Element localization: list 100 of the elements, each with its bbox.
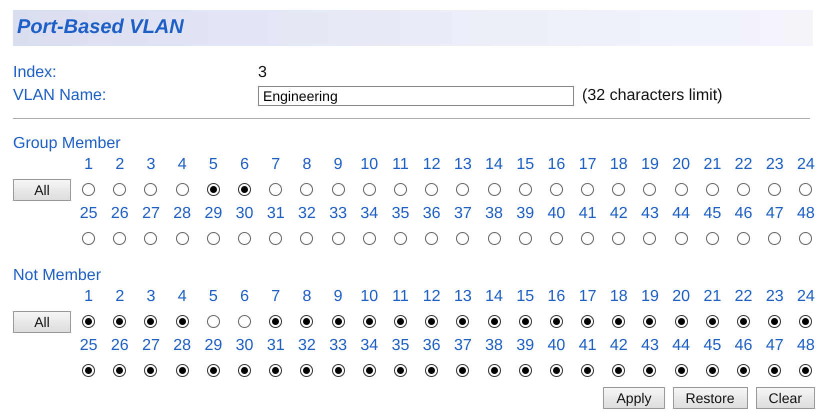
radio-button[interactable]: [144, 315, 158, 328]
radio-button[interactable]: [176, 315, 189, 328]
radio-button[interactable]: [643, 183, 656, 196]
radio-button[interactable]: [425, 232, 438, 246]
radio-button[interactable]: [799, 315, 812, 328]
radio-button[interactable]: [206, 364, 220, 378]
radio-button[interactable]: [674, 232, 688, 246]
radio-button[interactable]: [238, 232, 252, 246]
radio-button[interactable]: [113, 183, 126, 196]
radio-button[interactable]: [799, 364, 812, 378]
vlan-name-field[interactable]: Engineering: [258, 86, 574, 106]
radio-button[interactable]: [113, 364, 126, 378]
radio-button[interactable]: [269, 364, 282, 378]
radio-button[interactable]: [799, 232, 812, 246]
radio-button[interactable]: [643, 232, 656, 246]
radio-button[interactable]: [706, 315, 719, 328]
radio-button[interactable]: [581, 183, 594, 196]
radio-button[interactable]: [269, 183, 282, 196]
radio-button[interactable]: [425, 315, 438, 328]
radio-button[interactable]: [206, 183, 220, 196]
radio-button[interactable]: [737, 364, 750, 378]
radio-button[interactable]: [300, 315, 314, 328]
radio-button[interactable]: [456, 364, 470, 378]
radio-button[interactable]: [768, 183, 782, 196]
radio-button[interactable]: [176, 232, 189, 246]
radio-button[interactable]: [737, 232, 750, 246]
radio-button[interactable]: [674, 315, 688, 328]
radio-button[interactable]: [269, 315, 282, 328]
radio-button[interactable]: [144, 364, 158, 378]
radio-button[interactable]: [488, 364, 501, 378]
radio-button[interactable]: [488, 315, 501, 328]
radio-button[interactable]: [394, 183, 407, 196]
radio-button[interactable]: [550, 183, 563, 196]
radio-button[interactable]: [456, 232, 470, 246]
radio-button[interactable]: [82, 364, 96, 378]
radio-button[interactable]: [238, 364, 252, 378]
radio-button[interactable]: [581, 315, 594, 328]
radio-button[interactable]: [332, 364, 345, 378]
radio-button[interactable]: [488, 183, 501, 196]
action-button[interactable]: Apply: [603, 387, 664, 409]
radio-button[interactable]: [394, 232, 407, 246]
radio-button[interactable]: [612, 183, 626, 196]
radio-button[interactable]: [737, 183, 750, 196]
radio-button[interactable]: [82, 232, 96, 246]
radio-button[interactable]: [362, 232, 376, 246]
radio-button[interactable]: [362, 364, 376, 378]
radio-button[interactable]: [176, 364, 189, 378]
radio-button[interactable]: [706, 232, 719, 246]
radio-button[interactable]: [113, 315, 126, 328]
radio-button[interactable]: [144, 232, 158, 246]
radio-button[interactable]: [581, 232, 594, 246]
radio-button[interactable]: [706, 183, 719, 196]
action-button[interactable]: Clear: [756, 387, 815, 409]
radio-button[interactable]: [82, 183, 96, 196]
radio-button[interactable]: [612, 364, 626, 378]
radio-button[interactable]: [643, 315, 656, 328]
radio-button[interactable]: [518, 364, 532, 378]
radio-button[interactable]: [206, 315, 220, 328]
radio-button[interactable]: [768, 315, 782, 328]
radio-button[interactable]: [332, 183, 345, 196]
all-button[interactable]: All: [13, 310, 71, 333]
radio-button[interactable]: [82, 315, 96, 328]
radio-button[interactable]: [674, 364, 688, 378]
radio-button[interactable]: [550, 315, 563, 328]
radio-button[interactable]: [518, 315, 532, 328]
radio-button[interactable]: [113, 232, 126, 246]
radio-button[interactable]: [456, 183, 470, 196]
radio-button[interactable]: [176, 183, 189, 196]
radio-button[interactable]: [300, 183, 314, 196]
radio-button[interactable]: [425, 183, 438, 196]
radio-button[interactable]: [643, 364, 656, 378]
radio-button[interactable]: [737, 315, 750, 328]
radio-button[interactable]: [332, 315, 345, 328]
radio-button[interactable]: [518, 183, 532, 196]
radio-button[interactable]: [238, 315, 252, 328]
radio-button[interactable]: [612, 232, 626, 246]
radio-button[interactable]: [456, 315, 470, 328]
radio-button[interactable]: [768, 232, 782, 246]
radio-button[interactable]: [362, 315, 376, 328]
radio-button[interactable]: [550, 232, 563, 246]
radio-button[interactable]: [674, 183, 688, 196]
radio-button[interactable]: [332, 232, 345, 246]
radio-button[interactable]: [269, 232, 282, 246]
radio-button[interactable]: [768, 364, 782, 378]
radio-button[interactable]: [238, 183, 252, 196]
radio-button[interactable]: [206, 232, 220, 246]
radio-button[interactable]: [799, 183, 812, 196]
radio-button[interactable]: [425, 364, 438, 378]
radio-button[interactable]: [550, 364, 563, 378]
radio-button[interactable]: [612, 315, 626, 328]
radio-button[interactable]: [706, 364, 719, 378]
radio-button[interactable]: [488, 232, 501, 246]
radio-button[interactable]: [300, 232, 314, 246]
action-button[interactable]: Restore: [672, 387, 748, 409]
radio-button[interactable]: [362, 183, 376, 196]
radio-button[interactable]: [518, 232, 532, 246]
radio-button[interactable]: [144, 183, 158, 196]
radio-button[interactable]: [581, 364, 594, 378]
radio-button[interactable]: [394, 364, 407, 378]
radio-button[interactable]: [300, 364, 314, 378]
